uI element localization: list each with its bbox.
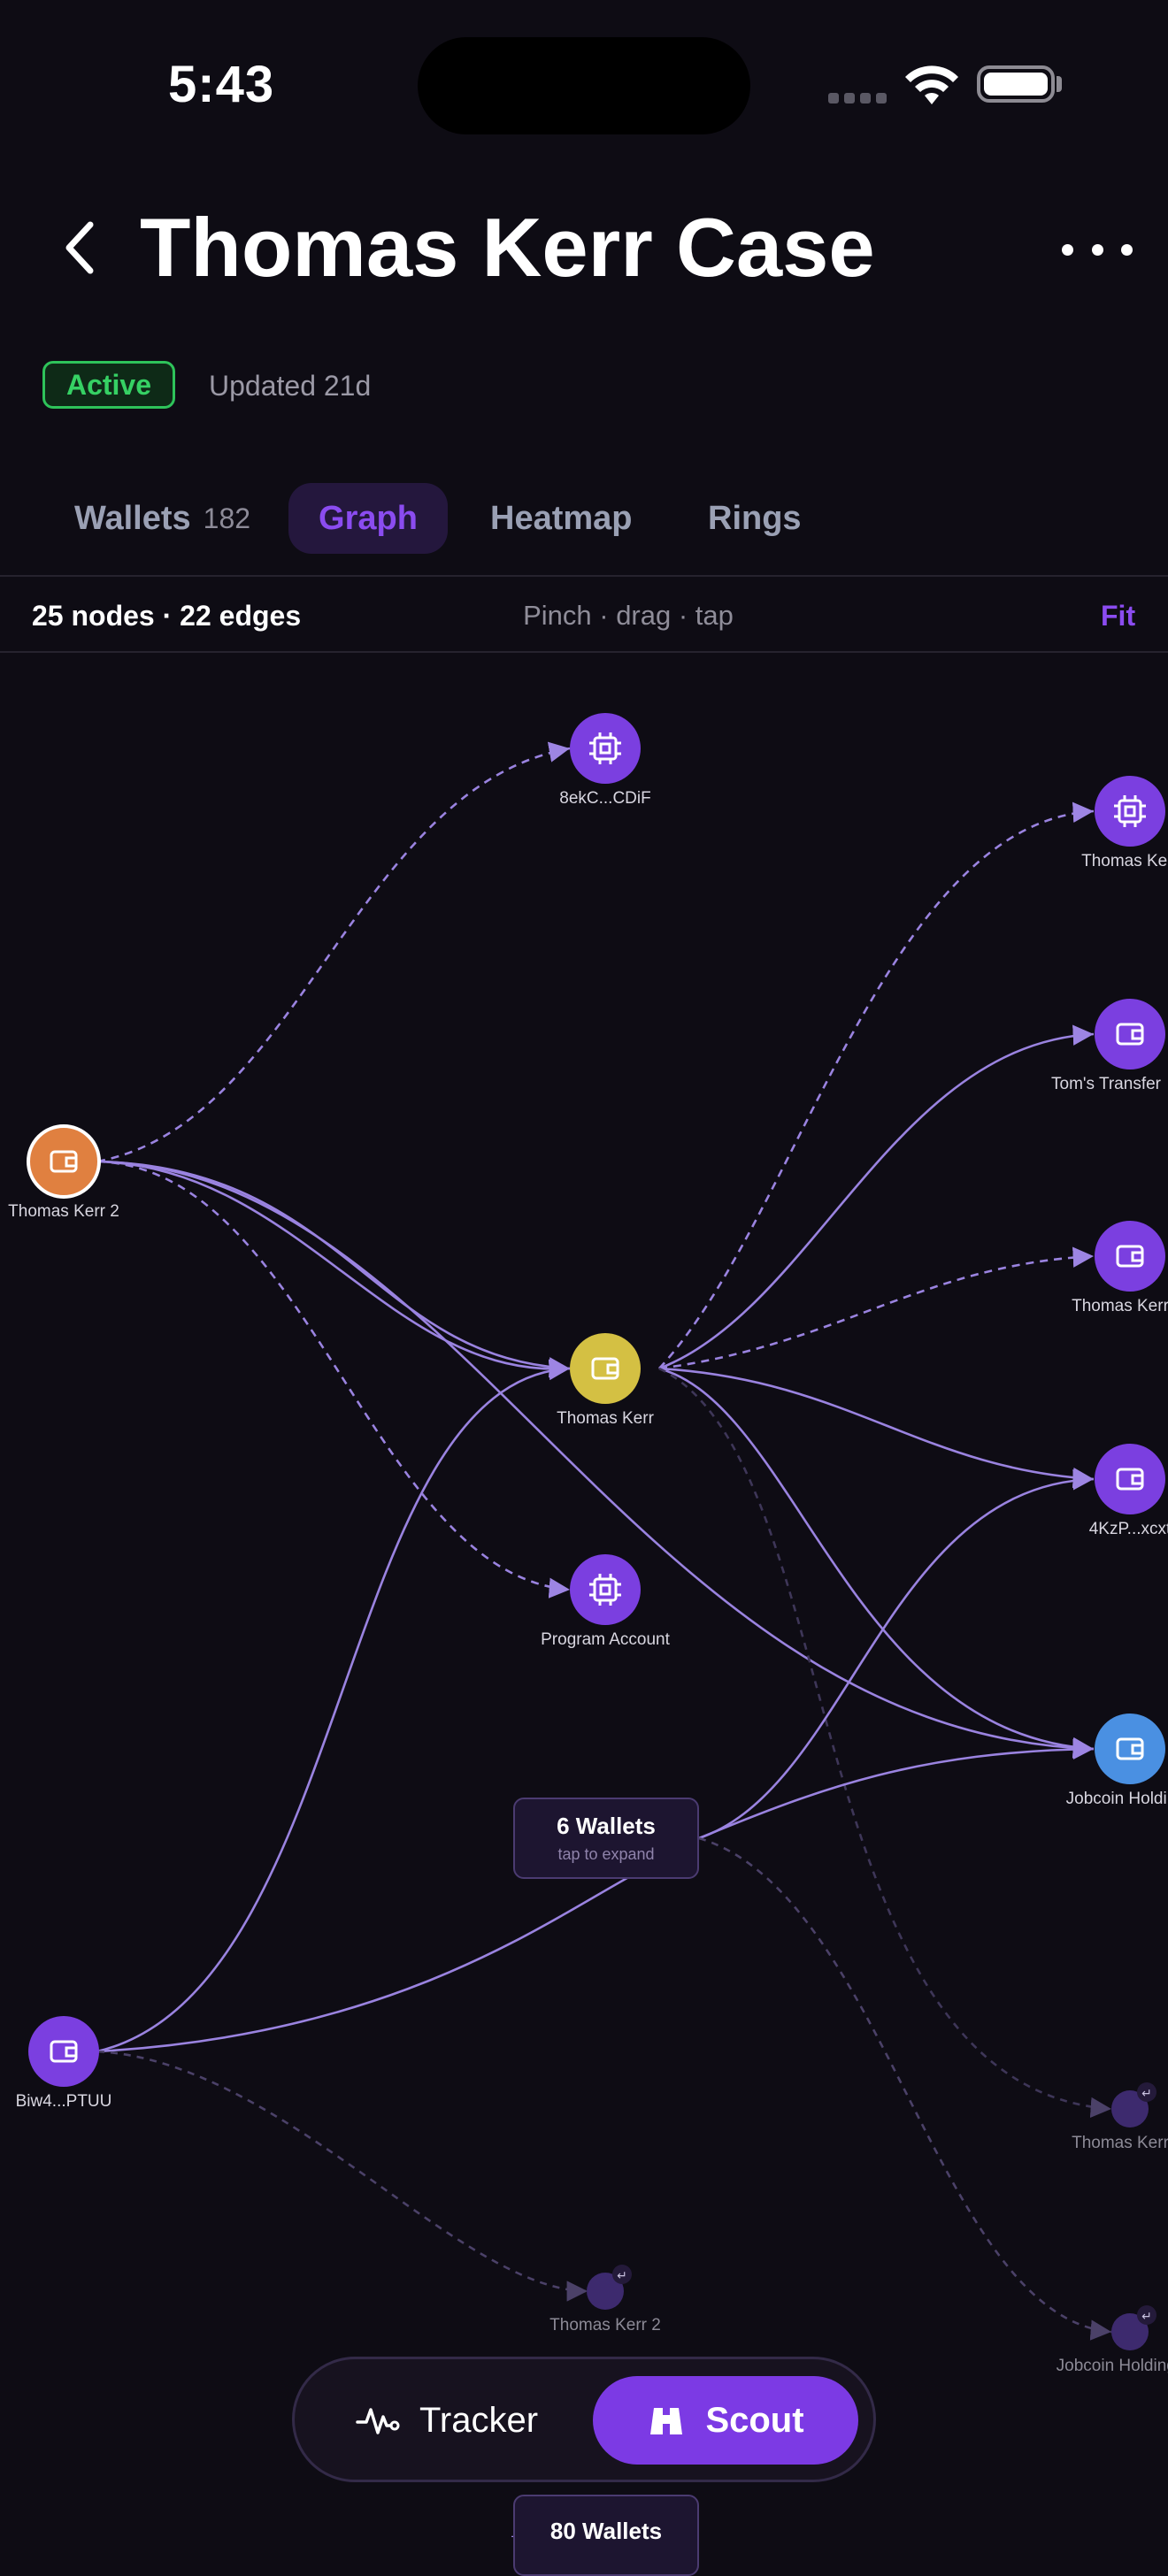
graph-node-collapsed[interactable]: ↵ Jobcoin Holdings [1057,2305,1168,2375]
cluster-title: 6 Wallets [557,1813,656,1839]
node-label: Biw4...PTUU [16,2092,112,2111]
node-label: 8ekC...CDiF [559,789,650,808]
graph-node-wallet[interactable]: Thomas Kerr 2 [8,1124,119,1221]
graph-node-wallet[interactable]: Tom's Transfer [1051,999,1165,1093]
nav-tracker-button[interactable]: Tracker [327,2376,566,2465]
graph-edge [658,1367,1095,1759]
graph-edge [698,1836,1112,2341]
return-icon: ↵ [617,2268,627,2282]
nav-tracker-label: Tracker [419,2400,539,2440]
cluster-title: 80 Wallets [549,2518,663,2544]
cluster-6-wallets[interactable]: 6 Wallets tap to expand [513,1798,699,1879]
graph-edge [96,1160,1095,1759]
graph-edge [658,1024,1095,1370]
graph-node-wallet[interactable]: Thomas Kerr [557,1333,655,1428]
graph-edge [96,2050,588,2302]
node-label: Thomas Kerr [557,1409,654,1428]
graph-edge [658,801,1095,1369]
graph-edge [658,1367,1095,1489]
graph-edge [658,1246,1095,1370]
graph-edge [96,1160,571,1598]
return-icon: ↵ [1141,2309,1152,2323]
graph-node-wallet[interactable]: Biw4...PTUU [16,2016,112,2111]
graph-node-collapsed[interactable]: ↵ Thomas Kerr 2 [549,2265,661,2334]
graph-edge [698,1469,1095,1840]
node-label: Thomas Kerr [1072,2134,1168,2152]
nav-scout-label: Scout [705,2400,804,2440]
node-label: Jobcoin Holdings [1057,2357,1168,2375]
graph-edge [96,1868,642,2053]
pulse-icon [356,2408,400,2434]
graph-edge [96,1160,571,1381]
graph-edge [96,741,571,1163]
graph-node-wallet[interactable]: 4KzP...xcxt [1089,1444,1168,1538]
node-label: Thomas Kerr [1081,852,1168,870]
graph-node-program[interactable]: Thomas Kerr [1081,776,1168,870]
graph-edge [698,1738,1095,1840]
cluster-80-wallets[interactable]: 80 Wallets [513,2495,699,2576]
binoculars-icon [650,2408,683,2434]
node-label: Thomas Kerr 2 [8,1202,119,1221]
node-label: Tom's Transfer [1051,1075,1162,1093]
graph-node-collapsed[interactable]: ↵ Thomas Kerr [1072,2082,1168,2152]
graph-canvas[interactable]: 8ekC...CDiF Thomas Kerr Tom's Transfer T… [0,0,1168,2537]
node-label: Program Account [541,1630,670,1649]
return-icon: ↵ [1141,2086,1152,2100]
graph-node-program[interactable]: 8ekC...CDiF [559,713,651,808]
nav-scout-button[interactable]: Scout [593,2376,858,2465]
cluster-subtitle: tap to expand [557,1845,655,1863]
node-label: Thomas Kerr [1072,1297,1168,1315]
node-label: 4KzP...xcxt [1089,1520,1168,1538]
node-label: Jobcoin Holdings [1066,1790,1168,1808]
graph-edge [658,1367,1112,2119]
node-label: Thomas Kerr 2 [549,2316,661,2334]
graph-node-program[interactable]: Program Account [541,1554,671,1649]
graph-node-wallet[interactable]: Thomas Kerr [1072,1221,1168,1315]
graph-node-wallet[interactable]: Jobcoin Holdings [1066,1714,1168,1808]
